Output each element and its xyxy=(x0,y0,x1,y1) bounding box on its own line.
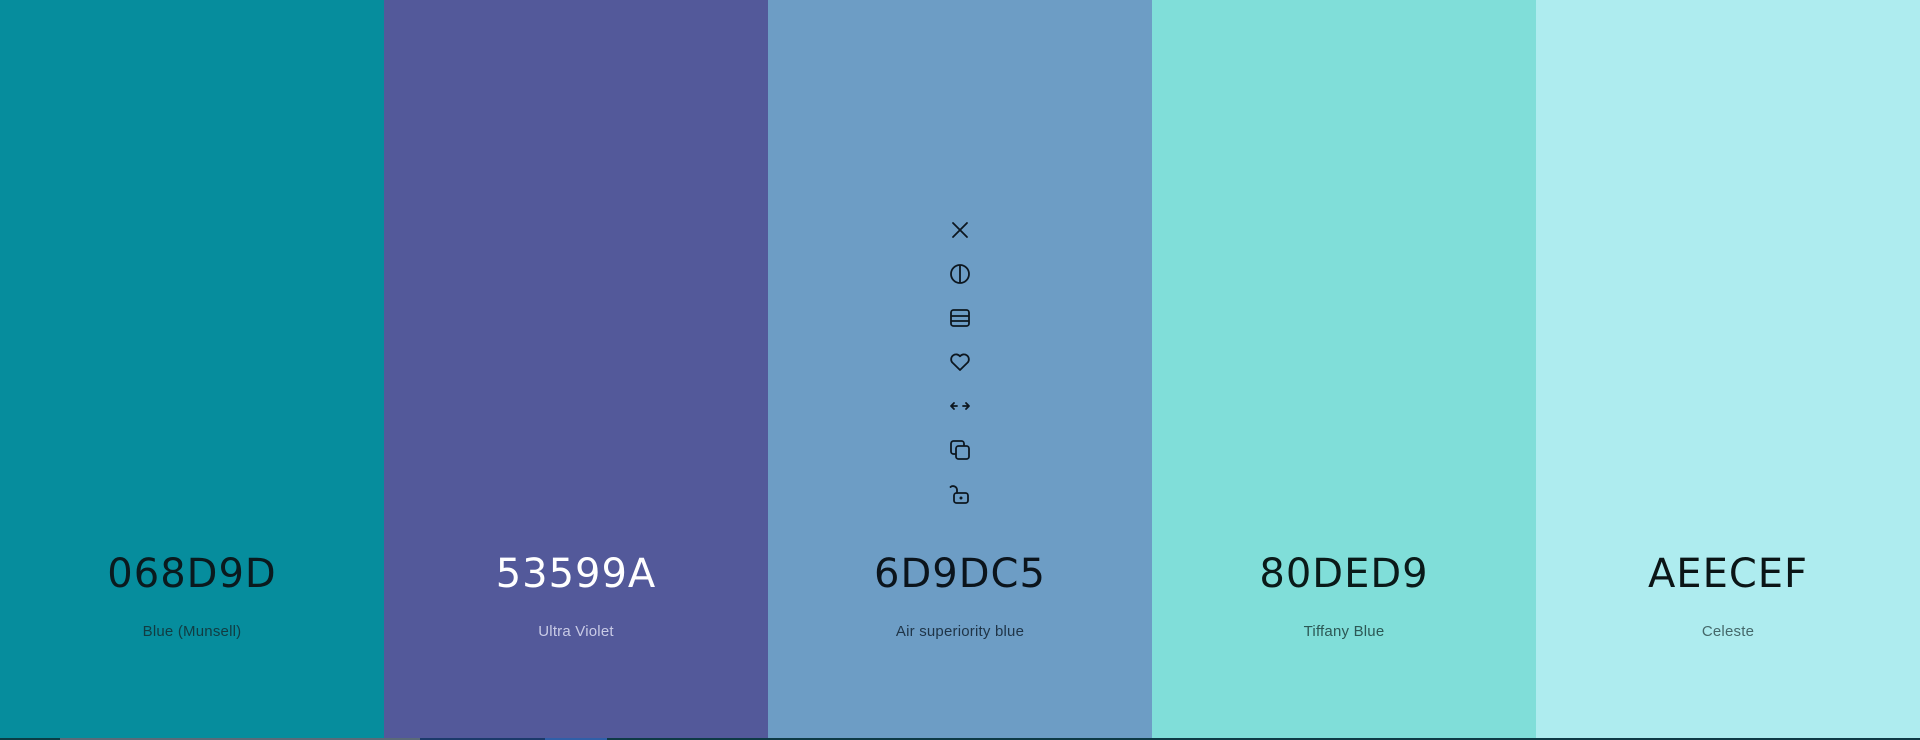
unlock-icon xyxy=(949,485,969,504)
swatch-color-name[interactable]: Air superiority blue xyxy=(768,622,1152,642)
swatch-hex[interactable]: 53599A xyxy=(384,549,768,599)
swatch-hex[interactable]: 80DED9 xyxy=(1152,549,1536,599)
view-shades-button[interactable] xyxy=(940,252,980,296)
swatch-color-name[interactable]: Tiffany Blue xyxy=(1152,622,1536,642)
copy-icon xyxy=(950,440,970,460)
swatch-hex[interactable]: 6D9DC5 xyxy=(768,549,1152,599)
heart-icon xyxy=(950,353,970,371)
swatch-068d9d[interactable]: 068D9D Blue (Munsell) xyxy=(0,0,384,738)
swatch-color-name[interactable]: Celeste xyxy=(1536,622,1920,642)
swatch-color-name[interactable]: Blue (Munsell) xyxy=(0,622,384,642)
swatch-aeecef[interactable]: AEECEF Celeste xyxy=(1536,0,1920,738)
remove-color-button[interactable] xyxy=(940,208,980,252)
swatch-toolbar xyxy=(940,208,980,516)
copy-hex-button[interactable] xyxy=(940,428,980,472)
swatch-6d9dc5[interactable]: 6D9DC5 Air superiority blue xyxy=(768,0,1152,738)
drag-arrows-icon xyxy=(950,402,970,410)
color-palette: 068D9D Blue (Munsell) 53599A Ultra Viole… xyxy=(0,0,1920,738)
view-details-button[interactable] xyxy=(940,296,980,340)
lock-color-button[interactable] xyxy=(940,472,980,516)
swatch-53599a[interactable]: 53599A Ultra Violet xyxy=(384,0,768,738)
swatch-hex[interactable]: AEECEF xyxy=(1536,549,1920,599)
swatch-color-name[interactable]: Ultra Violet xyxy=(384,622,768,642)
save-color-button[interactable] xyxy=(940,340,980,384)
close-icon xyxy=(952,222,968,238)
swatch-hex[interactable]: 068D9D xyxy=(0,549,384,599)
contrast-icon xyxy=(950,264,970,284)
swatch-80ded9[interactable]: 80DED9 Tiffany Blue xyxy=(1152,0,1536,738)
drag-color-button[interactable] xyxy=(940,384,980,428)
shades-icon xyxy=(950,309,970,327)
